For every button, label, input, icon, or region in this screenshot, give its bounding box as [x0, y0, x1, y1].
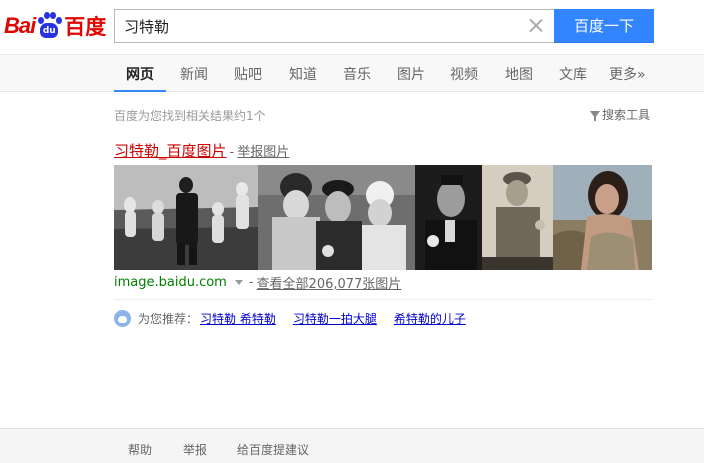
- result-title-link[interactable]: 习特勒_百度图片: [114, 142, 227, 160]
- footer-feedback-link[interactable]: 给百度提建议: [237, 441, 309, 458]
- search-tools-label: 搜索工具: [602, 108, 651, 122]
- recommend-link[interactable]: 习特勒 希特勒: [200, 310, 276, 327]
- tab-map[interactable]: 地图: [505, 64, 533, 84]
- recommendations: 为您推荐： 习特勒 希特勒 习特勒一拍大腿 希特勒的儿子: [114, 308, 483, 328]
- tab-wenku[interactable]: 文库: [559, 64, 587, 84]
- tab-images[interactable]: 图片: [397, 64, 425, 84]
- baidu-logo[interactable]: Bai du 百度: [4, 6, 106, 46]
- logo-text-bai: Bai: [4, 13, 36, 38]
- divider: [114, 299, 652, 300]
- view-all-images-link[interactable]: 查看全部206,077张图片: [257, 273, 402, 292]
- search-button[interactable]: 百度一下: [554, 9, 654, 43]
- footer-help-link[interactable]: 帮助: [128, 441, 152, 458]
- recommend-link[interactable]: 习特勒一拍大腿: [293, 310, 377, 327]
- tab-zhidao[interactable]: 知道: [289, 64, 317, 84]
- thumbnail-image[interactable]: [553, 165, 652, 270]
- thumbnail-image[interactable]: [114, 165, 258, 270]
- filter-icon: [590, 111, 600, 121]
- footer: 帮助 举报 给百度提建议: [0, 428, 704, 463]
- result-title: 习特勒_百度图片 - 举报图片: [114, 140, 289, 161]
- tab-more[interactable]: 更多»: [609, 64, 646, 84]
- paw-text: du: [42, 26, 56, 36]
- paw-recommend-icon: [114, 309, 131, 327]
- tab-news[interactable]: 新闻: [180, 64, 208, 84]
- footer-report-link[interactable]: 举报: [183, 441, 207, 458]
- title-separator: -: [229, 145, 235, 160]
- search-results-page: Bai du 百度 百度一下 网页 新闻 贴吧 知道 音乐 图片 视频 地图 文…: [0, 0, 704, 463]
- paw-icon: du: [36, 12, 63, 40]
- active-tab-indicator: [114, 90, 166, 92]
- recommend-link[interactable]: 希特勒的儿子: [394, 310, 466, 327]
- thumbnail-image[interactable]: [415, 165, 482, 270]
- result-cite: image.baidu.com - 查看全部206,077张图片: [114, 273, 401, 292]
- clear-icon[interactable]: [526, 16, 546, 36]
- cite-url: image.baidu.com: [114, 275, 227, 290]
- thumbnail-image[interactable]: [482, 165, 553, 270]
- tab-web[interactable]: 网页: [126, 64, 154, 84]
- search-tools-button[interactable]: 搜索工具: [590, 106, 650, 123]
- thumbnail-image[interactable]: [258, 165, 415, 270]
- cite-separator: -: [248, 275, 254, 290]
- recommend-label: 为您推荐：: [138, 311, 199, 326]
- search-input[interactable]: [115, 10, 515, 42]
- tab-video[interactable]: 视频: [450, 64, 478, 84]
- tab-music[interactable]: 音乐: [343, 64, 371, 84]
- result-count: 百度为您找到相关结果约1个: [114, 109, 266, 123]
- image-strip: [114, 165, 652, 270]
- logo-text-cn: 百度: [64, 15, 107, 39]
- tab-tieba[interactable]: 贴吧: [234, 64, 262, 84]
- dropdown-arrow-icon[interactable]: [234, 280, 243, 285]
- header: Bai du 百度 百度一下: [0, 0, 704, 54]
- report-image-link[interactable]: 举报图片: [237, 145, 289, 160]
- search-box: [114, 9, 554, 43]
- nav-bar: 网页 新闻 贴吧 知道 音乐 图片 视频 地图 文库 更多»: [0, 54, 704, 92]
